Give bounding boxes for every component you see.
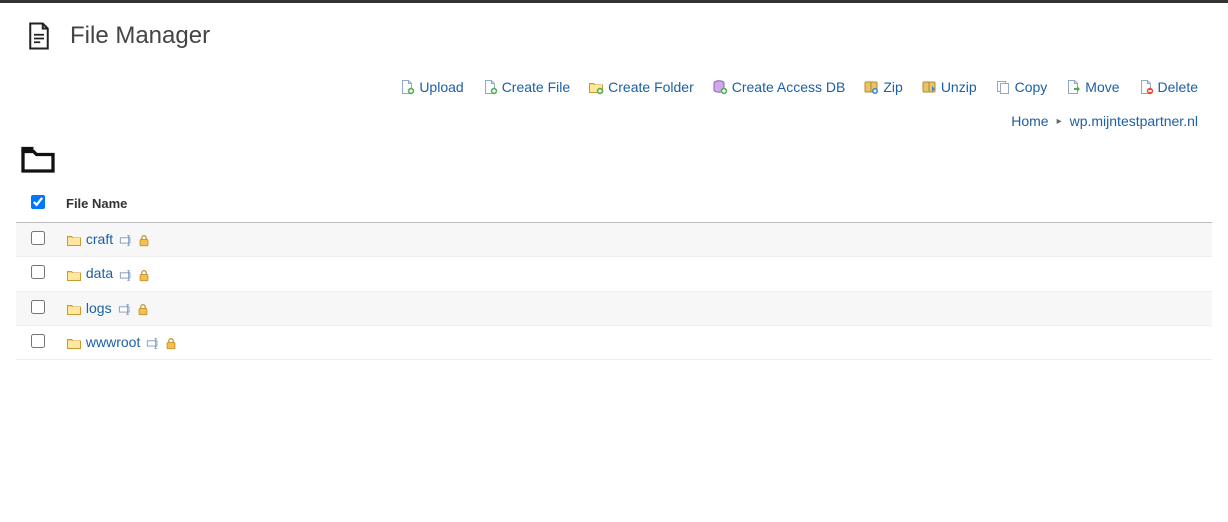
select-all-checkbox[interactable] — [31, 195, 45, 209]
row-checkbox[interactable] — [31, 231, 45, 245]
rename-icon[interactable] — [119, 233, 133, 247]
page-title: File Manager — [70, 22, 210, 50]
upload-button[interactable]: Upload — [399, 79, 463, 95]
rename-icon[interactable] — [118, 302, 132, 316]
move-button[interactable]: Move — [1065, 79, 1119, 95]
copy-label: Copy — [1015, 79, 1048, 95]
create-access-db-button[interactable]: Create Access DB — [712, 79, 846, 95]
row-checkbox[interactable] — [31, 265, 45, 279]
folder-icon — [66, 335, 82, 351]
lock-icon[interactable] — [136, 302, 150, 316]
file-manager-icon — [24, 21, 54, 51]
rename-icon[interactable] — [146, 336, 160, 350]
row-checkbox[interactable] — [31, 334, 45, 348]
create-file-label: Create File — [502, 79, 570, 95]
copy-button[interactable]: Copy — [995, 79, 1048, 95]
lock-icon[interactable] — [164, 336, 178, 350]
create-file-button[interactable]: Create File — [482, 79, 570, 95]
row-checkbox[interactable] — [31, 300, 45, 314]
delete-label: Delete — [1158, 79, 1198, 95]
table-row: craft — [16, 223, 1212, 257]
filename-header[interactable]: File Name — [60, 187, 1212, 223]
breadcrumb-home[interactable]: Home — [1011, 113, 1048, 129]
unzip-icon — [921, 79, 937, 95]
copy-icon — [995, 79, 1011, 95]
page-plus-icon — [482, 79, 498, 95]
lock-icon[interactable] — [137, 233, 151, 247]
folder-icon — [66, 301, 82, 317]
folder-plus-icon — [588, 79, 604, 95]
table-row: logs — [16, 291, 1212, 325]
database-icon — [712, 79, 728, 95]
rename-icon[interactable] — [119, 268, 133, 282]
create-access-db-label: Create Access DB — [732, 79, 846, 95]
folder-link[interactable]: logs — [86, 300, 112, 316]
folder-link[interactable]: wwwroot — [86, 334, 140, 350]
create-folder-button[interactable]: Create Folder — [588, 79, 694, 95]
unzip-label: Unzip — [941, 79, 977, 95]
folder-link[interactable]: craft — [86, 231, 113, 247]
breadcrumb: Home ▸ wp.mijntestpartner.nl — [0, 107, 1228, 141]
folder-link[interactable]: data — [86, 265, 113, 281]
delete-button[interactable]: Delete — [1138, 79, 1198, 95]
folder-open-icon — [16, 141, 60, 177]
table-row: wwwroot — [16, 325, 1212, 359]
lock-icon[interactable] — [137, 268, 151, 282]
folder-icon — [66, 267, 82, 283]
upload-label: Upload — [419, 79, 463, 95]
zip-button[interactable]: Zip — [863, 79, 902, 95]
current-folder-header — [0, 141, 1228, 187]
page-header: File Manager — [0, 3, 1228, 79]
zip-icon — [863, 79, 879, 95]
table-row: data — [16, 257, 1212, 291]
breadcrumb-current[interactable]: wp.mijntestpartner.nl — [1070, 113, 1198, 129]
file-table: File Name craft data logs wwwroot — [16, 187, 1212, 360]
zip-label: Zip — [883, 79, 902, 95]
unzip-button[interactable]: Unzip — [921, 79, 977, 95]
select-all-header — [16, 187, 60, 223]
toolbar: Upload Create File Create Folder Create … — [0, 79, 1228, 107]
move-label: Move — [1085, 79, 1119, 95]
breadcrumb-sep-icon: ▸ — [1057, 116, 1062, 127]
folder-icon — [66, 232, 82, 248]
move-icon — [1065, 79, 1081, 95]
create-folder-label: Create Folder — [608, 79, 694, 95]
page-plus-icon — [399, 79, 415, 95]
delete-icon — [1138, 79, 1154, 95]
